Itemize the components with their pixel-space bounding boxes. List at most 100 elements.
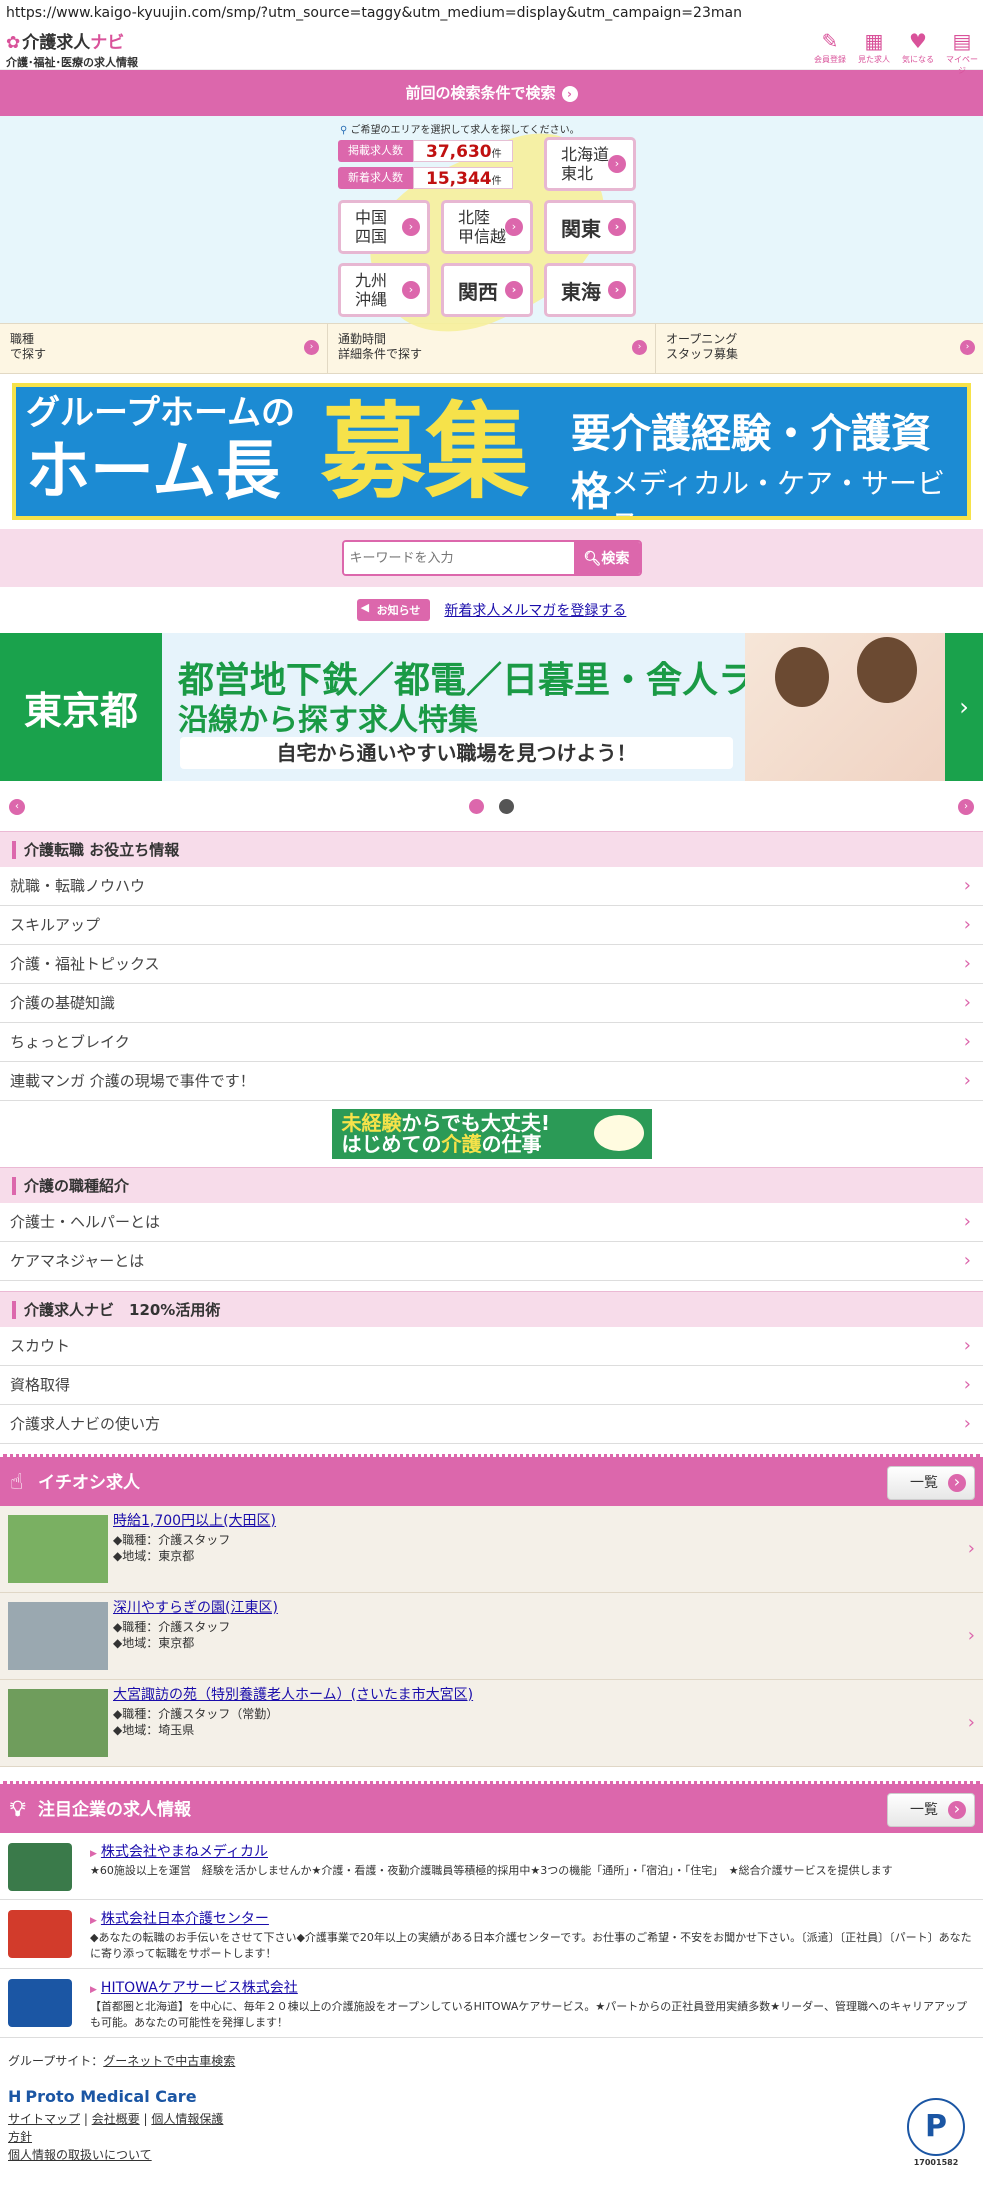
search-by-commute[interactable]: 通勤時間 詳細条件で探す › — [328, 324, 656, 373]
category-bar: 職種 で探す › 通勤時間 詳細条件で探す › オープニング スタッフ募集 › — [0, 323, 983, 374]
region-hokkaido-tohoku[interactable]: 北海道 東北 › — [544, 137, 636, 191]
job-title-link[interactable]: 深川やすらぎの園(江東区) — [113, 1600, 278, 1616]
region-chugoku-shikoku[interactable]: 中国 四国 › — [338, 200, 430, 254]
chevron-right-icon[interactable]: › — [945, 633, 983, 781]
company-card[interactable]: ▶ 株式会社日本介護センター ◆あなたの転職のお手伝いをさせて下さい◆介護事業で2… — [0, 1900, 983, 1969]
list-item[interactable]: 介護求人ナビの使い方 › — [0, 1405, 983, 1444]
job-title-link[interactable]: 大宮諏訪の苑（特別養護老人ホーム）(さいたま市大宮区) — [113, 1687, 473, 1703]
company-card[interactable]: ▶ 株式会社やまねメディカル ★60施設以上を運営 経験を活かしませんか★介護・看… — [0, 1833, 983, 1900]
privacy-protection-link[interactable]: 個人情報保護 — [151, 2112, 223, 2126]
list-item[interactable]: ちょっとブレイク › — [0, 1023, 983, 1062]
chevron-right-icon: › — [963, 1070, 971, 1091]
chevron-right-icon: › — [505, 218, 523, 236]
keyword-search-bar: 🔍︎検索 — [0, 529, 983, 587]
previous-search-button[interactable]: 前回の検索条件で検索 › — [0, 70, 983, 116]
job-card[interactable]: 大宮諏訪の苑（特別養護老人ホーム）(さいたま市大宮区) ◆職種：介護スタッフ（常勤… — [0, 1680, 983, 1767]
chevron-right-icon: › — [963, 1250, 971, 1271]
chevron-right-icon: › — [608, 218, 626, 236]
carousel-prev-icon[interactable]: ‹ — [9, 799, 25, 815]
beginner-banner[interactable]: 未経験からでも大丈夫! はじめての介護の仕事 — [0, 1101, 983, 1167]
logo-text-accent: ナビ — [90, 33, 125, 53]
chevron-right-icon: › — [505, 281, 523, 299]
goonet-link[interactable]: グーネットで中古車検索 — [103, 2054, 235, 2068]
keyword-input[interactable] — [343, 542, 574, 574]
policy-link[interactable]: 方針 — [8, 2130, 32, 2144]
site-logo[interactable]: ✿ 介護求人ナビ 介護･福祉･医療の求人情報 — [6, 28, 138, 70]
carousel-next-icon[interactable]: › — [958, 799, 974, 815]
list-item[interactable]: 介護の基礎知識 › — [0, 984, 983, 1023]
chevron-right-icon: › — [963, 1211, 971, 1232]
carousel-dot[interactable] — [469, 799, 484, 814]
search-button[interactable]: 🔍︎検索 — [573, 542, 640, 574]
tokyo-lines-banner[interactable]: 東京都 都営地下鉄／都電／日暮里・舎人ライナー 沿線から探す求人特集 自宅から通… — [0, 633, 983, 781]
region-kanto[interactable]: 関東 › — [544, 200, 636, 254]
company-link[interactable]: 株式会社日本介護センター — [101, 1911, 269, 1927]
list-item[interactable]: スキルアップ › — [0, 906, 983, 945]
footer-brand: H Proto Medical Care — [8, 2087, 197, 2106]
list-item[interactable]: スカウト › — [0, 1327, 983, 1366]
chevron-right-icon: › — [608, 281, 626, 299]
list-item[interactable]: 連載マンガ 介護の現場で事件です！ › — [0, 1062, 983, 1101]
company-link[interactable]: HITOWAケアサービス株式会社 — [101, 1980, 298, 1996]
list-item[interactable]: ケアマネジャーとは › — [0, 1242, 983, 1281]
medical-h-icon: H — [8, 2087, 22, 2106]
group-sites: グループサイト：グーネットで中古車検索 — [8, 2054, 236, 2068]
list-item[interactable]: 介護・福祉トピックス › — [0, 945, 983, 984]
pickup-header: ☝ イチオシ求人 一覧 — [0, 1454, 983, 1506]
company-info-link[interactable]: 会社概要 — [92, 2112, 140, 2126]
sitemap-link[interactable]: サイトマップ — [8, 2112, 80, 2126]
viewed-jobs-button[interactable]: ▦ 見た求人 — [857, 28, 891, 76]
newsletter-link[interactable]: 新着求人メルマガを登録する — [444, 600, 626, 620]
group-home-recruit-banner[interactable]: グループホームの ホーム長 募集 要介護経験・介護資格 メディカル・ケア・サービ… — [12, 383, 971, 520]
chevron-right-icon: › — [963, 875, 971, 896]
region-kyushu-okinawa[interactable]: 九州 沖縄 › — [338, 263, 430, 317]
book-icon: ▤ — [952, 29, 972, 53]
chevron-right-icon: › — [304, 340, 319, 355]
chevron-right-icon: › — [967, 1538, 975, 1559]
job-card[interactable]: 深川やすらぎの園(江東区) ◆職種：介護スタッフ ◆地域：東京都 › — [0, 1593, 983, 1680]
search-icon: 🔍︎ — [583, 551, 602, 567]
chevron-right-icon: › — [967, 1625, 975, 1646]
published-count: 掲載求人数 37,630件 — [338, 140, 513, 162]
favorites-button[interactable]: ♥ 気になる — [901, 28, 935, 76]
notice-row: お知らせ 新着求人メルマガを登録する — [0, 587, 983, 633]
chevron-right-icon: › — [960, 340, 975, 355]
new-count: 新着求人数 15,344件 — [338, 167, 513, 189]
flower-icon: ✿ — [6, 33, 21, 53]
company-card[interactable]: ▶ HITOWAケアサービス株式会社 【首都圏と北海道】を中心に、毎年２０棟以上の… — [0, 1969, 983, 2038]
pencil-icon: ✎ — [821, 29, 839, 53]
region-tokai[interactable]: 東海 › — [544, 263, 636, 317]
company-logo — [8, 1843, 72, 1891]
region-kansai[interactable]: 関西 › — [441, 263, 533, 317]
companies-header: 💡︎ 注目企業の求人情報 一覧 — [0, 1781, 983, 1833]
carousel-dot[interactable] — [499, 799, 514, 814]
triangle-icon: ▶ — [90, 1849, 97, 1859]
speech-bubble-icon — [593, 1115, 644, 1151]
mypage-button[interactable]: ▤ マイページ — [945, 28, 979, 76]
pickup-list-button[interactable]: 一覧 — [887, 1466, 975, 1500]
logo-text: 介護求人 — [22, 33, 91, 53]
chevron-right-icon: › — [963, 1335, 971, 1356]
privacy-handling-link[interactable]: 個人情報の取扱いについて — [8, 2148, 152, 2162]
job-title-link[interactable]: 時給1,700円以上(大田区) — [113, 1513, 276, 1529]
chevron-right-icon: › — [963, 1031, 971, 1052]
list-item[interactable]: 資格取得 › — [0, 1366, 983, 1405]
company-logo — [8, 1910, 72, 1958]
company-link[interactable]: 株式会社やまねメディカル — [101, 1844, 268, 1860]
companies-list-button[interactable]: 一覧 — [887, 1793, 975, 1827]
opening-staff[interactable]: オープニング スタッフ募集 › — [656, 324, 983, 373]
region-hokuriku-koshinetsu[interactable]: 北陸 甲信越 › — [441, 200, 533, 254]
map-hint: ⚲ ご希望のエリアを選択して求人を探してください。 — [340, 125, 580, 136]
chevron-right-icon: › — [963, 914, 971, 935]
register-button[interactable]: ✎ 会員登録 — [813, 28, 847, 76]
list-item[interactable]: 介護士・ヘルパーとは › — [0, 1203, 983, 1242]
site-header: ✿ 介護求人ナビ 介護･福祉･医療の求人情報 ✎ 会員登録 ▦ 見た求人 ♥ 気になる … — [0, 26, 983, 75]
lightbulb-icon: 💡︎ — [10, 1797, 26, 1822]
list-item[interactable]: 就職・転職ノウハウ › — [0, 867, 983, 906]
url-bar: https://www.kaigo-kyuujin.com/smp/?utm_s… — [6, 5, 742, 21]
search-by-job-type[interactable]: 職種 で探す › — [0, 324, 328, 373]
job-thumbnail — [8, 1689, 108, 1757]
company-logo — [8, 1979, 72, 2027]
section-title-usage: 介護求人ナビ 120%活用術 — [0, 1291, 983, 1327]
job-card[interactable]: 時給1,700円以上(大田区) ◆職種：介護スタッフ ◆地域：東京都 › — [0, 1506, 983, 1593]
